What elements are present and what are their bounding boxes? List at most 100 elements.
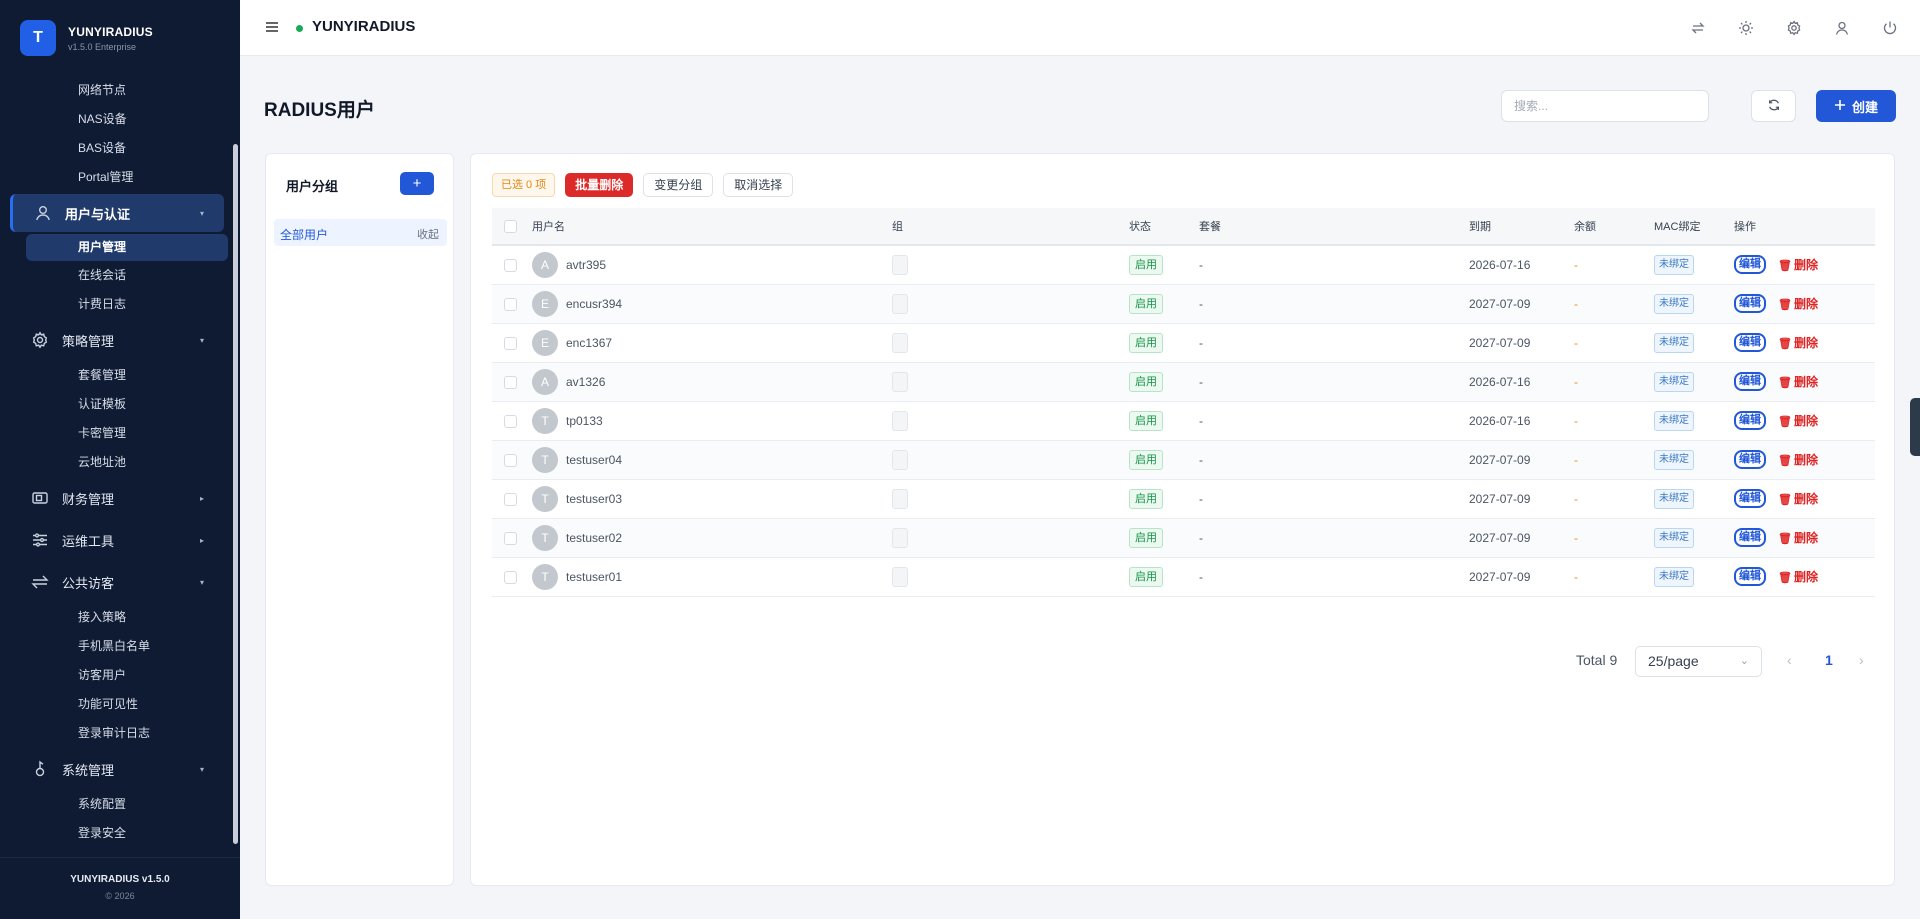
sidebar-item-21[interactable]: 系统管理 ▾ <box>0 748 240 790</box>
delete-button[interactable]: 🗑 删除 <box>1778 258 1818 272</box>
edit-button[interactable]: 编辑 <box>1734 489 1766 508</box>
swap-icon[interactable] <box>1688 16 1708 40</box>
edit-button[interactable]: 编辑 <box>1734 450 1766 469</box>
delete-button[interactable]: 🗑 删除 <box>1778 336 1818 350</box>
sidebar-group-label: 用户与认证 <box>65 206 131 222</box>
sidebar-item-4[interactable]: 用户与认证 ▾ <box>10 194 224 232</box>
power-icon[interactable] <box>1880 16 1900 40</box>
search-input[interactable] <box>1501 90 1709 122</box>
edit-button[interactable]: 编辑 <box>1734 255 1766 275</box>
status-badge: 启用 <box>1129 332 1163 353</box>
delete-button[interactable]: 🗑 删除 <box>1778 492 1818 506</box>
sun-icon[interactable] <box>1736 16 1756 40</box>
pager-prev-icon[interactable]: ‹ <box>1787 652 1792 668</box>
refresh-button[interactable] <box>1751 90 1796 122</box>
table-row[interactable]: Eenc1367 启用 - 2027-07-09 - 未绑定 编辑 🗑 删除 <box>492 323 1875 362</box>
batch-delete-button[interactable]: 批量删除 <box>565 173 634 197</box>
sidebar-item-5[interactable]: 用户管理 <box>26 234 228 261</box>
row-checkbox[interactable] <box>504 531 517 545</box>
cancel-selection-button[interactable]: 取消选择 <box>723 173 794 197</box>
sidebar-item-8[interactable]: 策略管理 ▾ <box>0 319 240 361</box>
sidebar-item-1[interactable]: NAS设备 <box>0 105 240 134</box>
sidebar-item-6[interactable]: 在线会话 <box>0 261 240 290</box>
row-checkbox[interactable] <box>504 375 517 389</box>
row-checkbox[interactable] <box>504 414 517 428</box>
table-row[interactable]: Ttestuser01 启用 - 2027-07-09 - 未绑定 编辑 🗑 删除 <box>492 557 1875 596</box>
table-row[interactable]: Ttestuser02 启用 - 2027-07-09 - 未绑定 编辑 🗑 删除 <box>492 518 1875 557</box>
menu-toggle-icon[interactable] <box>264 19 280 37</box>
trash-icon: 🗑 <box>1778 299 1792 311</box>
pager-current-page[interactable]: 1 <box>1825 652 1833 668</box>
change-group-button[interactable]: 变更分组 <box>643 173 714 197</box>
row-checkbox[interactable] <box>504 297 517 311</box>
avatar: A <box>532 251 558 278</box>
create-button[interactable]: 创建 <box>1816 90 1896 122</box>
sidebar-item-22[interactable]: 系统配置 <box>0 790 240 819</box>
edit-button[interactable]: 编辑 <box>1734 528 1766 547</box>
group-cell <box>892 371 908 392</box>
page-size-select[interactable]: 25/page ⌄ <box>1635 646 1762 677</box>
table-row[interactable]: Aavtr395 启用 - 2026-07-16 - 未绑定 编辑 🗑 删除 <box>492 245 1875 284</box>
row-checkbox[interactable] <box>504 570 517 584</box>
group-cell <box>892 449 908 470</box>
sidebar-item-12[interactable]: 云地址池 <box>0 448 240 477</box>
col-balance: 余额 <box>1574 208 1654 246</box>
sidebar-item-18[interactable]: 访客用户 <box>0 661 240 690</box>
footer-product: YUNYIRADIUS v1.5.0 <box>70 874 170 885</box>
edit-button[interactable]: 编辑 <box>1734 372 1766 391</box>
delete-label: 删除 <box>1793 297 1818 311</box>
add-group-button[interactable]: + <box>400 172 434 195</box>
group-cell <box>892 332 908 353</box>
delete-button[interactable]: 🗑 删除 <box>1778 414 1818 428</box>
delete-button[interactable]: 🗑 删除 <box>1778 297 1818 311</box>
table-row[interactable]: Ttp0133 启用 - 2026-07-16 - 未绑定 编辑 🗑 删除 <box>492 401 1875 440</box>
edit-button[interactable]: 编辑 <box>1734 294 1766 313</box>
delete-button[interactable]: 🗑 删除 <box>1778 531 1818 545</box>
sidebar-item-14[interactable]: 运维工具 ▸ <box>0 519 240 561</box>
sidebar-item-20[interactable]: 登录审计日志 <box>0 719 240 748</box>
row-checkbox[interactable] <box>504 258 517 272</box>
edit-button[interactable]: 编辑 <box>1734 333 1766 352</box>
sidebar-item-7[interactable]: 计费日志 <box>0 290 240 319</box>
username: tp0133 <box>566 413 603 428</box>
gear-icon[interactable] <box>1784 16 1804 40</box>
sidebar-item-0[interactable]: 网络节点 <box>0 76 240 105</box>
edit-button[interactable]: 编辑 <box>1734 567 1766 586</box>
row-checkbox[interactable] <box>504 453 517 467</box>
group-item-all-users[interactable]: 全部用户 收起 <box>274 219 447 246</box>
edit-button[interactable]: 编辑 <box>1734 411 1766 430</box>
row-checkbox[interactable] <box>504 492 517 506</box>
table-row[interactable]: Eencusr394 启用 - 2027-07-09 - 未绑定 编辑 🗑 删除 <box>492 284 1875 323</box>
group-cell <box>892 527 908 548</box>
col-group: 组 <box>892 208 1129 246</box>
table-row[interactable]: Ttestuser04 启用 - 2027-07-09 - 未绑定 编辑 🗑 删除 <box>492 440 1875 479</box>
sidebar-scrollbar[interactable] <box>233 144 238 844</box>
group-cell <box>892 488 908 509</box>
select-all-checkbox[interactable] <box>504 219 517 233</box>
sidebar-item-11[interactable]: 卡密管理 <box>0 419 240 448</box>
user-icon[interactable] <box>1832 16 1852 40</box>
pager-next-icon[interactable]: › <box>1859 652 1864 668</box>
sidebar-item-2[interactable]: BAS设备 <box>0 134 240 163</box>
table-row[interactable]: Aav1326 启用 - 2026-07-16 - 未绑定 编辑 🗑 删除 <box>492 362 1875 401</box>
sidebar-item-3[interactable]: Portal管理 <box>0 163 240 192</box>
balance-cell: - <box>1574 491 1578 506</box>
sidebar-item-9[interactable]: 套餐管理 <box>0 361 240 390</box>
delete-button[interactable]: 🗑 删除 <box>1778 453 1818 467</box>
delete-button[interactable]: 🗑 删除 <box>1778 570 1818 584</box>
plan-cell: - <box>1199 335 1203 350</box>
collapse-button[interactable]: 收起 <box>417 226 439 242</box>
status-badge: 启用 <box>1129 293 1163 314</box>
table-row[interactable]: Ttestuser03 启用 - 2027-07-09 - 未绑定 编辑 🗑 删除 <box>492 479 1875 518</box>
sidebar-item-19[interactable]: 功能可见性 <box>0 690 240 719</box>
sidebar-item-23[interactable]: 登录安全 <box>0 819 240 848</box>
sidebar-item-15[interactable]: 公共访客 ▾ <box>0 561 240 603</box>
sidebar-item-13[interactable]: 财务管理 ▸ <box>0 477 240 519</box>
sidebar-item-17[interactable]: 手机黑白名单 <box>0 632 240 661</box>
row-checkbox[interactable] <box>504 336 517 350</box>
sidebar-item-10[interactable]: 认证模板 <box>0 390 240 419</box>
delete-button[interactable]: 🗑 删除 <box>1778 375 1818 389</box>
sidebar-item-16[interactable]: 接入策略 <box>0 603 240 632</box>
floating-side-widget[interactable] <box>1910 398 1920 456</box>
brand-logo: T <box>20 20 56 56</box>
